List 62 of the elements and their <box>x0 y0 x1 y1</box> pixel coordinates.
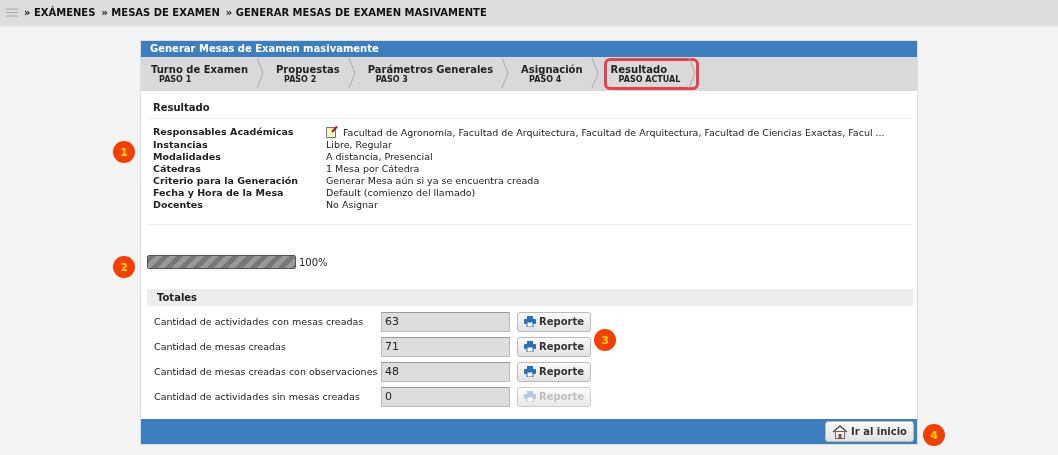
count-field: 0 <box>381 386 510 407</box>
count-field: 48 <box>381 361 510 382</box>
total-label: Cantidad de mesas creadas con observaciones <box>154 366 379 377</box>
total-label: Cantidad de actividades con mesas creadas <box>154 316 365 327</box>
printer-icon <box>524 366 536 377</box>
step-subtitle: PASO 3 <box>374 75 409 84</box>
count-field: 71 <box>381 336 510 357</box>
field-label: Instancias <box>153 139 209 150</box>
field-value: Generar Mesa aún si ya se encuentra creada <box>326 175 540 186</box>
field-label: Fecha y Hora de la Mesa <box>153 187 285 198</box>
note-icon[interactable] <box>326 126 338 138</box>
breadcrumb-item: » MESAS DE EXAMEN <box>101 7 220 18</box>
panel-title: Generar Mesas de Examen masivamente <box>141 41 917 57</box>
field-value: A distancia, Presencial <box>326 151 433 162</box>
field-value: Libre, Regular <box>326 139 392 150</box>
chevron-icon <box>590 58 599 88</box>
printer-icon <box>524 341 536 352</box>
section-heading: Resultado <box>147 97 913 119</box>
house-icon <box>832 424 848 439</box>
wizard-step[interactable]: Resultado PASO ACTUAL <box>603 58 700 90</box>
step-subtitle: PASO ACTUAL <box>617 75 681 84</box>
report-button[interactable]: Reporte <box>517 361 591 382</box>
wizard-step[interactable]: Asignación PASO 4 <box>514 58 602 90</box>
printer-icon <box>524 391 536 402</box>
field-label: Responsables Académicas <box>153 126 295 138</box>
step-title: Resultado <box>610 64 669 75</box>
count-field: 63 <box>381 311 510 332</box>
step-subtitle: PASO 1 <box>158 75 193 84</box>
progress-reading: 100% <box>299 256 328 268</box>
field-value: 1 Mesa por Cátedra <box>326 163 420 174</box>
step-title: Turno de Examen <box>151 64 249 75</box>
chevron-icon <box>256 58 265 88</box>
printer-icon <box>524 316 536 327</box>
chevron-icon <box>347 58 356 88</box>
step-subtitle: PASO 4 <box>529 75 562 84</box>
field-label: Cátedras <box>153 163 202 174</box>
field-label: Docentes <box>153 199 204 210</box>
step-title: Propuestas <box>276 64 340 75</box>
field-label: Modalidades <box>153 151 222 162</box>
report-button[interactable]: Reporte <box>517 336 591 357</box>
chevron-icon <box>501 58 510 88</box>
callout-badge: 2 <box>113 256 135 278</box>
callout-badge: 4 <box>923 424 945 446</box>
field-value: Facultad de Agronomía, Facultad de Arquitectura, Facultad de Arquitectura, Facultad de Ciencias Exactas, Facul ... <box>343 126 885 138</box>
field-label: Criterio para la Generación <box>153 175 299 186</box>
callout-badge: 1 <box>113 141 135 163</box>
step-subtitle: PASO 2 <box>284 75 317 84</box>
breadcrumb-item: » EXÁMENES <box>24 7 96 18</box>
home-button[interactable]: Ir al inicio <box>825 421 914 442</box>
report-button[interactable]: Reporte <box>517 311 591 332</box>
section-heading: Totales <box>147 289 913 306</box>
total-label: Cantidad de actividades sin mesas creadas <box>154 391 361 402</box>
total-label: Cantidad de mesas creadas <box>154 341 287 352</box>
step-title: Asignación <box>521 64 583 75</box>
field-value: Default (comienzo del llamado) <box>326 187 476 198</box>
wizard-step[interactable]: Turno de Examen PASO 1 <box>144 58 268 90</box>
breadcrumb-item: » GENERAR MESAS DE EXAMEN MASIVAMENTE <box>225 7 487 18</box>
chevron-icon <box>688 58 697 88</box>
field-value: No Asignar <box>326 199 378 210</box>
step-title: Parámetros Generales <box>367 64 494 75</box>
wizard-step[interactable]: Propuestas PASO 2 <box>269 58 359 90</box>
wizard-step[interactable]: Parámetros Generales PASO 3 <box>360 58 513 90</box>
